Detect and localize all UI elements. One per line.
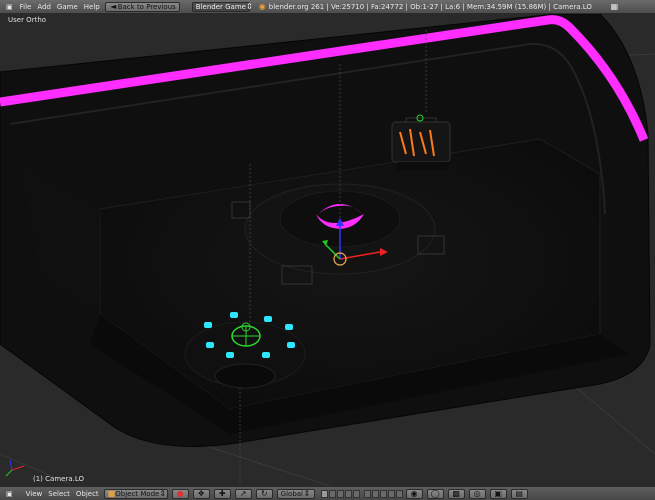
toaster-object — [391, 114, 451, 170]
menu-file[interactable]: File — [17, 3, 35, 11]
chevron-updown-icon: ⇕ — [245, 2, 253, 11]
render-anim-button[interactable]: ▤ — [510, 488, 528, 499]
manipulator-icon: ✚ — [218, 489, 226, 498]
layer-3[interactable] — [336, 489, 344, 498]
layer-5[interactable] — [352, 489, 360, 498]
menu-help[interactable]: Help — [81, 3, 103, 11]
pivot-icon: ❖ — [197, 489, 205, 498]
layer-1[interactable] — [320, 489, 328, 498]
layer-7[interactable] — [371, 489, 379, 498]
active-object-label: (1) Camera.LO — [33, 475, 84, 483]
shading-sphere-icon: ● — [176, 489, 184, 498]
layer-2[interactable] — [328, 489, 336, 498]
editor-type-3d-icon[interactable]: ▣ — [2, 490, 17, 498]
layer-buttons[interactable] — [320, 489, 404, 498]
lock-icon: ◉ — [410, 489, 418, 498]
camera-icon: ▣ — [494, 489, 502, 498]
chevron-updown-icon: ⇕ — [159, 489, 167, 498]
proportional-edit-button[interactable]: ◯ — [426, 488, 444, 499]
render-engine-select[interactable]: Blender Game ⇕ — [191, 1, 253, 12]
layer-6[interactable] — [363, 489, 371, 498]
orientation-label: Global — [280, 489, 304, 498]
scene-stats: blender.org 261 | Ve:25710 | Fa:24772 | … — [268, 2, 592, 11]
back-to-previous-label: Back to Previous — [117, 2, 176, 11]
rotate-toggle[interactable]: ↻ — [255, 488, 273, 499]
scene-render — [0, 14, 655, 486]
menu-game[interactable]: Game — [54, 3, 81, 11]
snap-icon: ▩ — [452, 489, 460, 498]
layer-10[interactable] — [395, 489, 403, 498]
layer-9[interactable] — [387, 489, 395, 498]
layer-4[interactable] — [344, 489, 352, 498]
proportional-icon: ◯ — [430, 489, 440, 498]
axis-orientation-gizmo — [5, 459, 25, 477]
back-to-previous-button[interactable]: ◄ Back to Previous — [104, 1, 180, 12]
pivot-point-select[interactable]: ❖ — [192, 488, 210, 499]
3d-viewport[interactable]: User Ortho (1) Camera.LO — [0, 14, 655, 486]
lock-camera-button[interactable]: ◉ — [405, 488, 423, 499]
snap-target-icon: ◎ — [473, 489, 481, 498]
film-icon: ▤ — [515, 489, 523, 498]
fullscreen-icon[interactable]: ▦ — [610, 2, 619, 11]
info-header: ▣ File Add Game Help ◄ Back to Previous … — [0, 0, 655, 14]
translate-toggle[interactable]: ↗ — [234, 488, 252, 499]
menu-view[interactable]: View — [23, 490, 46, 498]
render-button[interactable]: ▣ — [489, 488, 507, 499]
snap-button[interactable]: ▩ — [447, 488, 465, 499]
viewport-shading-select[interactable]: ● — [171, 488, 189, 499]
transform-orientation-select[interactable]: Global ⇕ — [276, 488, 315, 499]
editor-type-icon[interactable]: ▣ — [2, 3, 17, 11]
layer-8[interactable] — [379, 489, 387, 498]
mode-select[interactable]: ■ Object Mode ⇕ — [103, 488, 168, 499]
cube-icon: ■ — [107, 489, 116, 498]
manipulator-toggle[interactable]: ✚ — [213, 488, 231, 499]
back-icon: ◄ — [110, 2, 117, 11]
view-name-label: User Ortho — [8, 16, 47, 24]
menu-select[interactable]: Select — [45, 490, 73, 498]
menu-add[interactable]: Add — [34, 3, 54, 11]
menu-object[interactable]: Object — [73, 490, 102, 498]
mode-label: Object Mode — [115, 489, 160, 498]
render-engine-label: Blender Game — [195, 2, 246, 11]
blender-logo-icon: ◉ — [258, 2, 266, 11]
arrow-icon: ↗ — [239, 489, 247, 498]
rotate-icon: ↻ — [260, 489, 268, 498]
chevron-updown-icon: ⇕ — [303, 489, 311, 498]
viewport-header: ▣ View Select Object ■ Object Mode ⇕ ● ❖… — [0, 486, 655, 500]
snap-target-button[interactable]: ◎ — [468, 488, 486, 499]
